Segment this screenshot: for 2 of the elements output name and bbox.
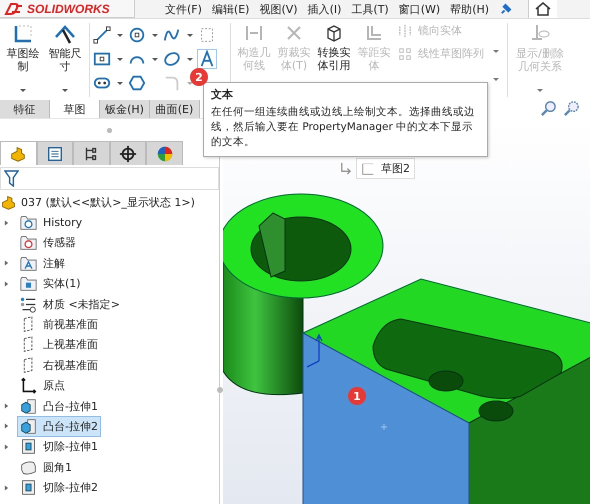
app-logo: SOLIDWORKS: [0, 0, 135, 18]
tooltip-title: 文本: [211, 87, 234, 102]
